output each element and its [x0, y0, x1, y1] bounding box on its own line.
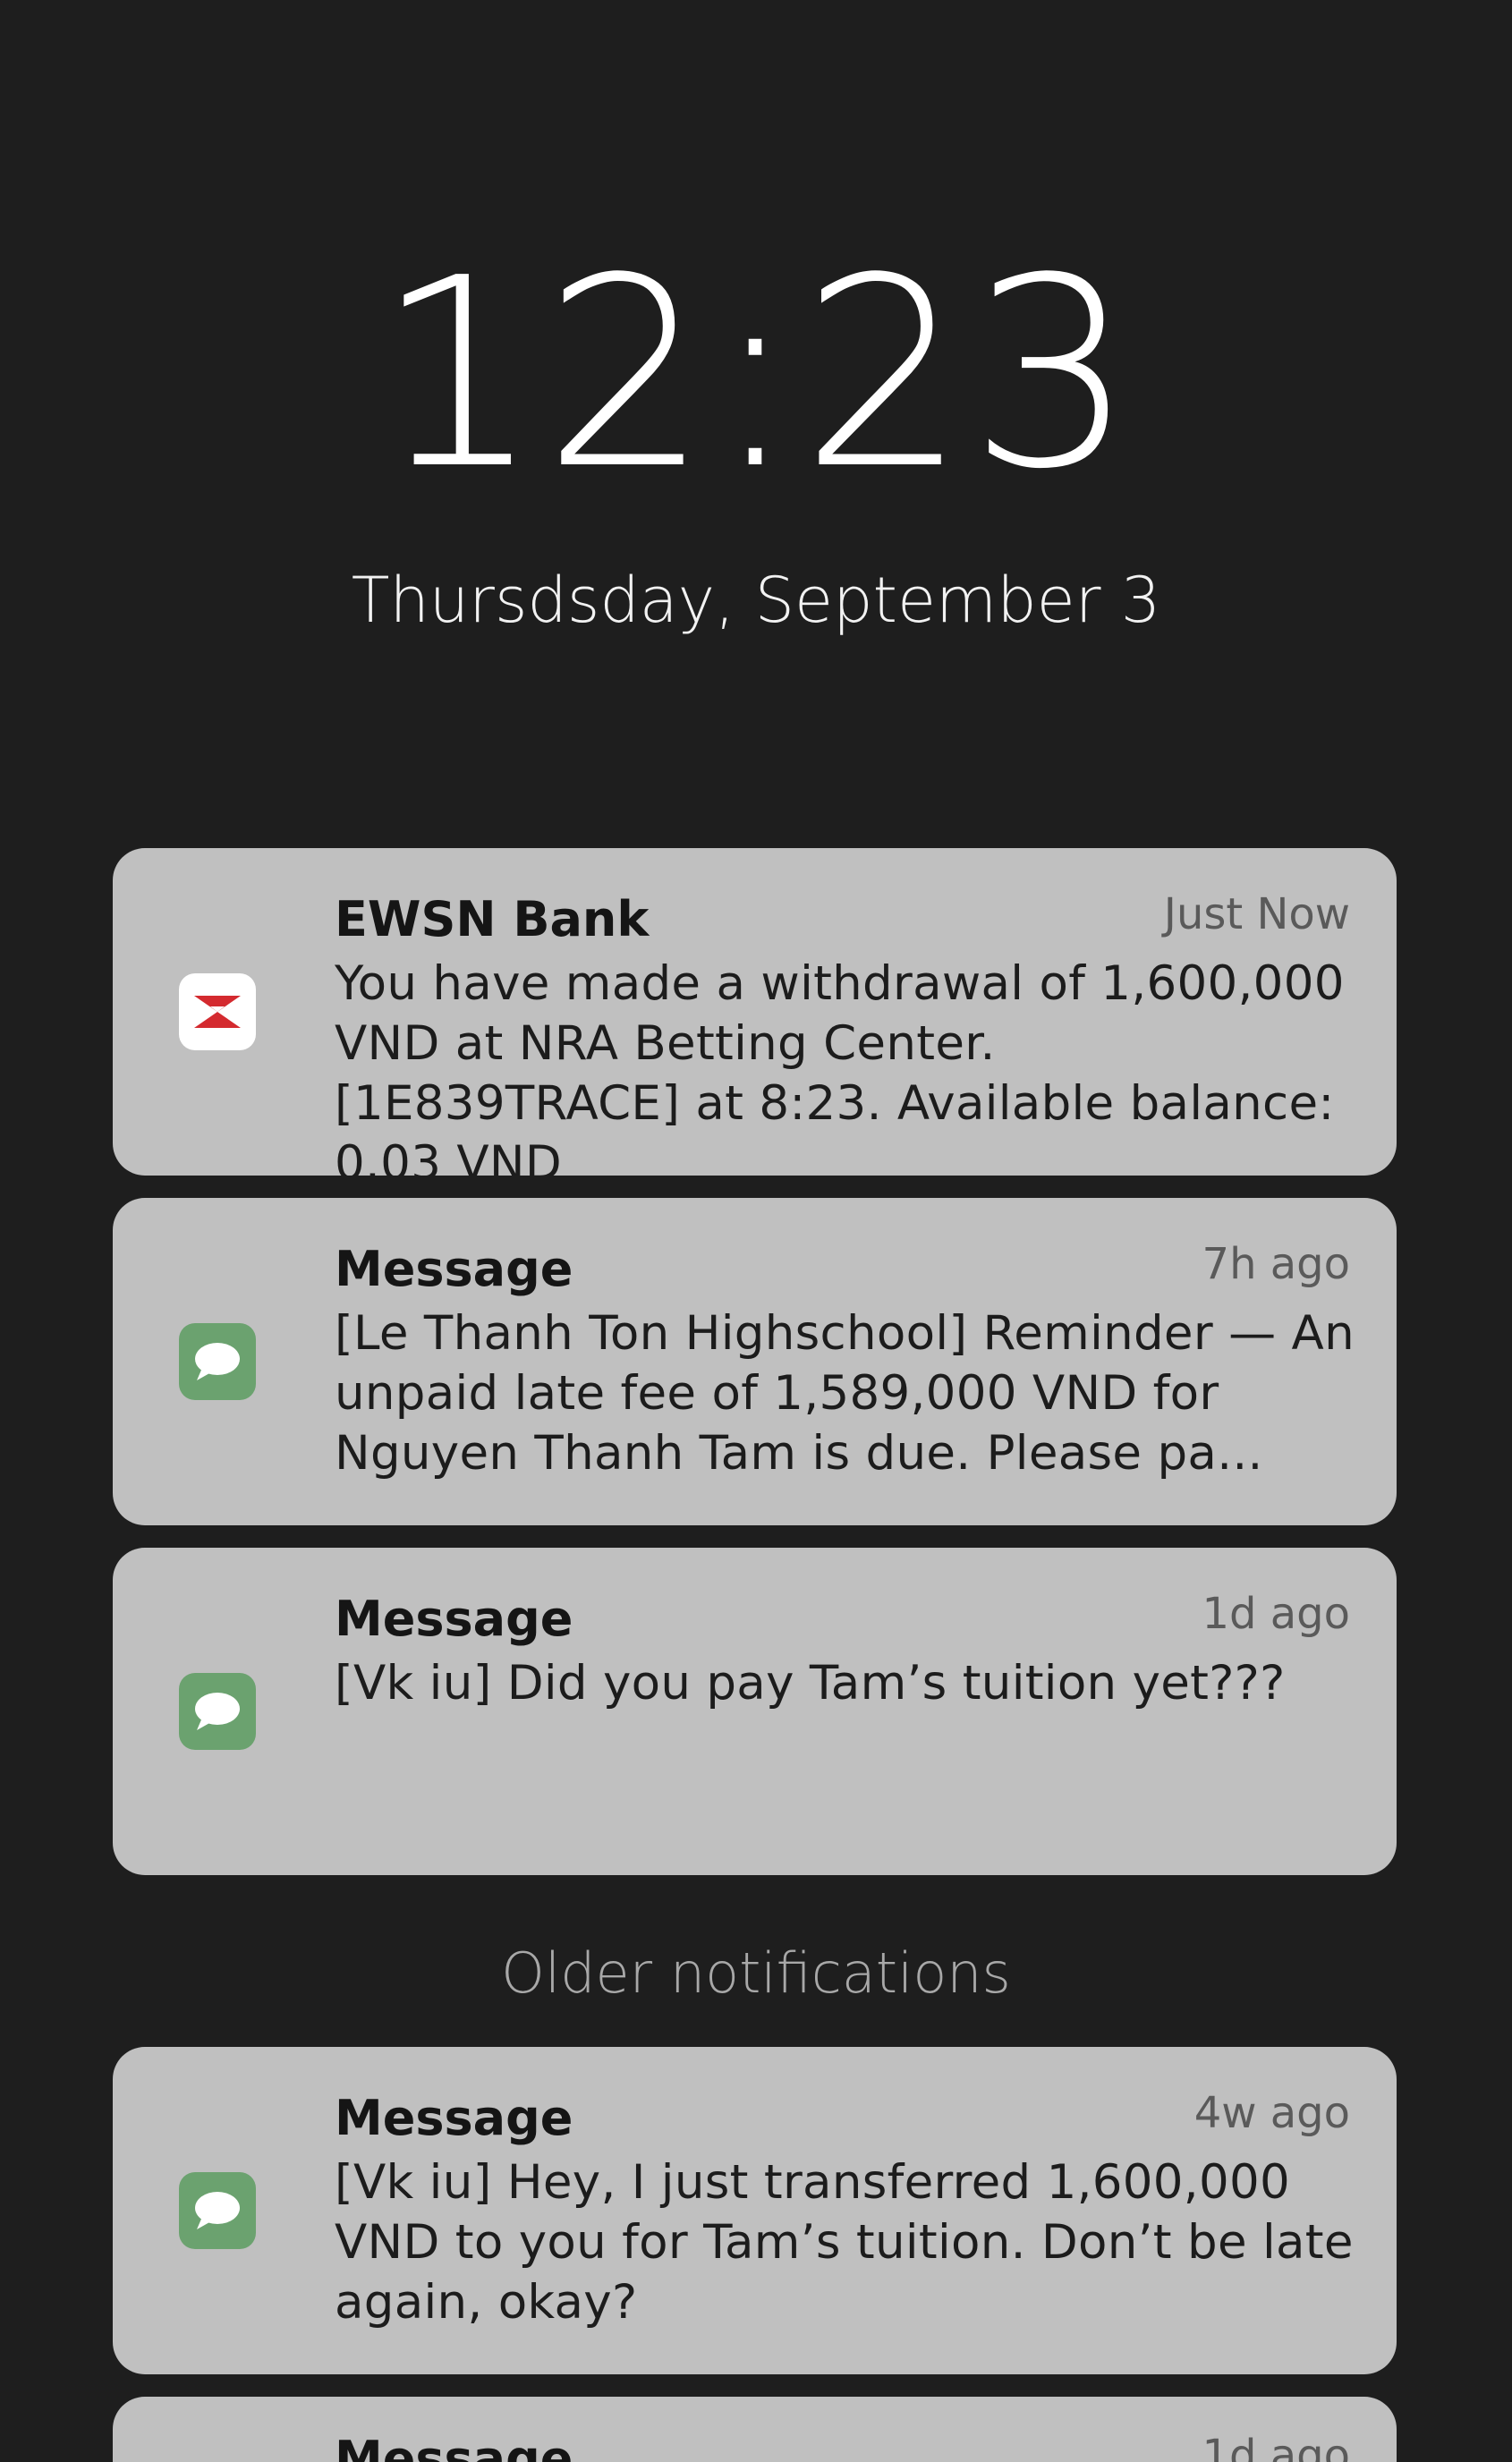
notification-app-name: EWSN Bank	[335, 891, 650, 947]
notification-app-name: Message	[335, 2090, 573, 2146]
notification-app-name: Message	[335, 1591, 573, 1647]
message-bubble-icon	[179, 2172, 256, 2249]
notification-card-message[interactable]: Message 1d ago	[113, 2397, 1397, 2462]
notification-card-message[interactable]: Message 4w ago [Vk iu] Hey, I just trans…	[113, 2047, 1397, 2374]
notification-card-bank[interactable]: EWSN Bank Just Now You have made a withd…	[113, 848, 1397, 1176]
notification-time: 4w ago	[1193, 2088, 1350, 2138]
notification-app-name: Message	[335, 2431, 573, 2462]
notification-body: [Vk iu] Hey, I just transferred 1,600,00…	[335, 2155, 1354, 2330]
message-bubble-icon	[179, 1673, 256, 1750]
notification-time: 1d ago	[1202, 2431, 1350, 2462]
notification-time: 1d ago	[1202, 1589, 1350, 1639]
notification-card-message[interactable]: Message 7h ago [Le Thanh Ton Highschool]…	[113, 1198, 1397, 1525]
older-notifications-header: Older notifications	[501, 1940, 1011, 2006]
notification-time: 7h ago	[1202, 1239, 1350, 1289]
notification-app-name: Message	[335, 1241, 573, 1297]
lockscreen-clock: 12:23	[375, 222, 1137, 526]
notification-time: Just Now	[1163, 889, 1350, 939]
notification-body: [Le Thanh Ton Highschool] Reminder — An …	[335, 1306, 1355, 1481]
ewsn-bank-logo-icon	[179, 973, 256, 1050]
notification-card-message[interactable]: Message 1d ago [Vk iu] Did you pay Tam’s…	[113, 1548, 1397, 1875]
lockscreen-date: Thursdsday, September 3	[351, 564, 1161, 637]
message-bubble-icon	[179, 1323, 256, 1400]
notification-body: You have made a withdrawal of 1,600,000 …	[335, 956, 1345, 1176]
notification-body: [Vk iu] Did you pay Tam’s tuition yet???	[335, 1656, 1286, 1711]
